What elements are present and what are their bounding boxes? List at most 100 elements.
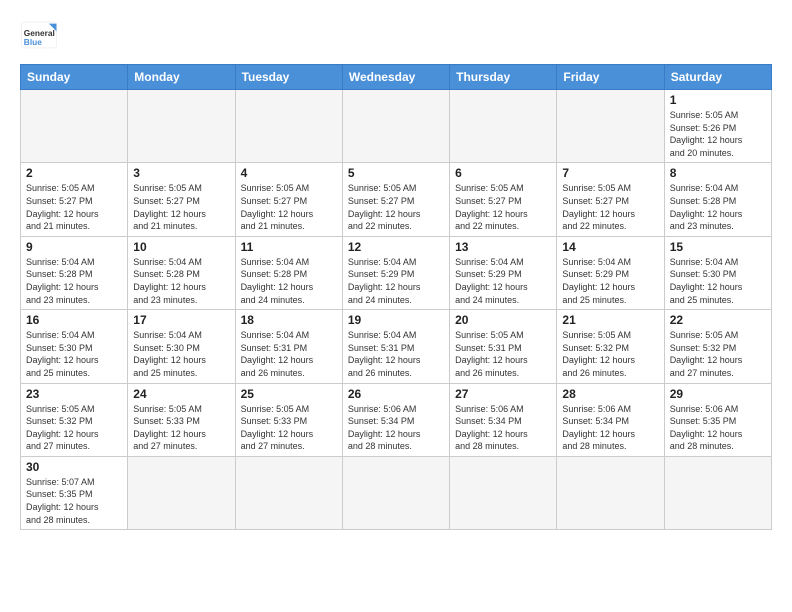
calendar-cell: 7Sunrise: 5:05 AM Sunset: 5:27 PM Daylig… <box>557 163 664 236</box>
day-number: 28 <box>562 387 658 401</box>
day-info: Sunrise: 5:05 AM Sunset: 5:27 PM Dayligh… <box>133 182 229 232</box>
day-info: Sunrise: 5:04 AM Sunset: 5:29 PM Dayligh… <box>455 256 551 306</box>
day-number: 22 <box>670 313 766 327</box>
calendar-cell: 1 Sunrise: 5:05 AM Sunset: 5:26 PM Daylig… <box>664 90 771 163</box>
calendar-cell: 8Sunrise: 5:04 AM Sunset: 5:28 PM Daylig… <box>664 163 771 236</box>
day-info: Sunrise: 5:04 AM Sunset: 5:30 PM Dayligh… <box>26 329 122 379</box>
day-number: 23 <box>26 387 122 401</box>
day-number: 12 <box>348 240 444 254</box>
week-row-4: 23Sunrise: 5:05 AM Sunset: 5:32 PM Dayli… <box>21 383 772 456</box>
weekday-header-sunday: Sunday <box>21 65 128 90</box>
calendar-cell: 13 Sunrise: 5:04 AM Sunset: 5:29 PM Dayli… <box>450 236 557 309</box>
weekday-header-friday: Friday <box>557 65 664 90</box>
calendar-cell <box>664 456 771 529</box>
header: General Blue <box>20 16 772 54</box>
calendar-cell: 28Sunrise: 5:06 AM Sunset: 5:34 PM Dayli… <box>557 383 664 456</box>
calendar-cell <box>235 456 342 529</box>
calendar-cell: 24 Sunrise: 5:05 AM Sunset: 5:33 PM Dayli… <box>128 383 235 456</box>
calendar-cell: 4 Sunrise: 5:05 AM Sunset: 5:27 PM Daylig… <box>235 163 342 236</box>
day-info: Sunrise: 5:04 AM Sunset: 5:31 PM Dayligh… <box>348 329 444 379</box>
day-info: Sunrise: 5:05 AM Sunset: 5:27 PM Dayligh… <box>26 182 122 232</box>
calendar-cell: 2 Sunrise: 5:05 AM Sunset: 5:27 PM Daylig… <box>21 163 128 236</box>
weekday-header-monday: Monday <box>128 65 235 90</box>
calendar-cell: 29 Sunrise: 5:06 AM Sunset: 5:35 PM Dayli… <box>664 383 771 456</box>
day-info: Sunrise: 5:05 AM Sunset: 5:33 PM Dayligh… <box>241 403 337 453</box>
week-row-2: 9 Sunrise: 5:04 AM Sunset: 5:28 PM Daylig… <box>21 236 772 309</box>
day-number: 10 <box>133 240 229 254</box>
day-number: 8 <box>670 166 766 180</box>
day-number: 1 <box>670 93 766 107</box>
calendar-cell: 22 Sunrise: 5:05 AM Sunset: 5:32 PM Dayli… <box>664 310 771 383</box>
calendar-cell: 16 Sunrise: 5:04 AM Sunset: 5:30 PM Dayli… <box>21 310 128 383</box>
day-info: Sunrise: 5:04 AM Sunset: 5:30 PM Dayligh… <box>133 329 229 379</box>
day-number: 17 <box>133 313 229 327</box>
day-info: Sunrise: 5:05 AM Sunset: 5:27 PM Dayligh… <box>348 182 444 232</box>
calendar-cell: 9Sunrise: 5:04 AM Sunset: 5:28 PM Daylig… <box>21 236 128 309</box>
logo: General Blue <box>20 16 58 54</box>
day-number: 2 <box>26 166 122 180</box>
day-info: Sunrise: 5:04 AM Sunset: 5:28 PM Dayligh… <box>133 256 229 306</box>
generalblue-logo-icon: General Blue <box>20 16 58 54</box>
day-number: 15 <box>670 240 766 254</box>
calendar-cell: 19 Sunrise: 5:04 AM Sunset: 5:31 PM Dayli… <box>342 310 449 383</box>
day-number: 7 <box>562 166 658 180</box>
calendar-cell: 21 Sunrise: 5:05 AM Sunset: 5:32 PM Dayli… <box>557 310 664 383</box>
day-number: 24 <box>133 387 229 401</box>
calendar-cell: 17 Sunrise: 5:04 AM Sunset: 5:30 PM Dayli… <box>128 310 235 383</box>
calendar-cell: 15 Sunrise: 5:04 AM Sunset: 5:30 PM Dayli… <box>664 236 771 309</box>
week-row-0: 1 Sunrise: 5:05 AM Sunset: 5:26 PM Daylig… <box>21 90 772 163</box>
calendar-cell: 26 Sunrise: 5:06 AM Sunset: 5:34 PM Dayli… <box>342 383 449 456</box>
calendar-cell <box>128 456 235 529</box>
weekday-header-row: SundayMondayTuesdayWednesdayThursdayFrid… <box>21 65 772 90</box>
day-info: Sunrise: 5:06 AM Sunset: 5:34 PM Dayligh… <box>455 403 551 453</box>
day-number: 16 <box>26 313 122 327</box>
day-info: Sunrise: 5:04 AM Sunset: 5:31 PM Dayligh… <box>241 329 337 379</box>
calendar-cell: 11 Sunrise: 5:04 AM Sunset: 5:28 PM Dayli… <box>235 236 342 309</box>
page: General Blue SundayMondayTuesdayWednesda… <box>0 0 792 540</box>
day-number: 30 <box>26 460 122 474</box>
day-number: 4 <box>241 166 337 180</box>
day-number: 3 <box>133 166 229 180</box>
day-number: 29 <box>670 387 766 401</box>
calendar-cell <box>128 90 235 163</box>
week-row-5: 30 Sunrise: 5:07 AM Sunset: 5:35 PM Dayli… <box>21 456 772 529</box>
day-number: 11 <box>241 240 337 254</box>
day-number: 13 <box>455 240 551 254</box>
calendar-cell <box>21 90 128 163</box>
day-info: Sunrise: 5:05 AM Sunset: 5:31 PM Dayligh… <box>455 329 551 379</box>
calendar: SundayMondayTuesdayWednesdayThursdayFrid… <box>20 64 772 530</box>
day-number: 25 <box>241 387 337 401</box>
calendar-cell <box>557 90 664 163</box>
calendar-cell: 5Sunrise: 5:05 AM Sunset: 5:27 PM Daylig… <box>342 163 449 236</box>
day-info: Sunrise: 5:05 AM Sunset: 5:32 PM Dayligh… <box>562 329 658 379</box>
day-number: 9 <box>26 240 122 254</box>
day-info: Sunrise: 5:05 AM Sunset: 5:33 PM Dayligh… <box>133 403 229 453</box>
day-number: 19 <box>348 313 444 327</box>
weekday-header-wednesday: Wednesday <box>342 65 449 90</box>
day-info: Sunrise: 5:05 AM Sunset: 5:27 PM Dayligh… <box>241 182 337 232</box>
calendar-cell <box>235 90 342 163</box>
calendar-cell: 14Sunrise: 5:04 AM Sunset: 5:29 PM Dayli… <box>557 236 664 309</box>
calendar-cell: 30 Sunrise: 5:07 AM Sunset: 5:35 PM Dayli… <box>21 456 128 529</box>
svg-text:Blue: Blue <box>24 37 42 47</box>
calendar-cell: 23Sunrise: 5:05 AM Sunset: 5:32 PM Dayli… <box>21 383 128 456</box>
calendar-cell <box>557 456 664 529</box>
day-info: Sunrise: 5:06 AM Sunset: 5:34 PM Dayligh… <box>348 403 444 453</box>
day-info: Sunrise: 5:06 AM Sunset: 5:35 PM Dayligh… <box>670 403 766 453</box>
day-number: 21 <box>562 313 658 327</box>
day-info: Sunrise: 5:05 AM Sunset: 5:32 PM Dayligh… <box>670 329 766 379</box>
calendar-cell: 6Sunrise: 5:05 AM Sunset: 5:27 PM Daylig… <box>450 163 557 236</box>
calendar-cell: 25 Sunrise: 5:05 AM Sunset: 5:33 PM Dayli… <box>235 383 342 456</box>
calendar-cell <box>450 90 557 163</box>
calendar-cell <box>450 456 557 529</box>
day-info: Sunrise: 5:04 AM Sunset: 5:28 PM Dayligh… <box>241 256 337 306</box>
calendar-cell: 18Sunrise: 5:04 AM Sunset: 5:31 PM Dayli… <box>235 310 342 383</box>
day-info: Sunrise: 5:07 AM Sunset: 5:35 PM Dayligh… <box>26 476 122 526</box>
weekday-header-thursday: Thursday <box>450 65 557 90</box>
day-info: Sunrise: 5:05 AM Sunset: 5:26 PM Dayligh… <box>670 109 766 159</box>
calendar-cell: 20Sunrise: 5:05 AM Sunset: 5:31 PM Dayli… <box>450 310 557 383</box>
day-info: Sunrise: 5:04 AM Sunset: 5:29 PM Dayligh… <box>562 256 658 306</box>
day-number: 26 <box>348 387 444 401</box>
day-number: 27 <box>455 387 551 401</box>
day-info: Sunrise: 5:04 AM Sunset: 5:30 PM Dayligh… <box>670 256 766 306</box>
